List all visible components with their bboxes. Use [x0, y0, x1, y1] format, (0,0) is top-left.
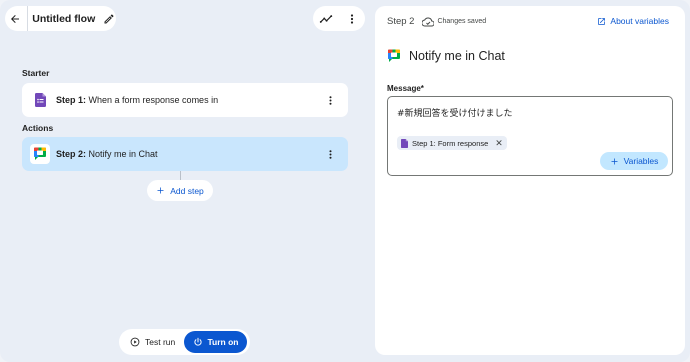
panel-title: Notify me in Chat — [387, 49, 505, 63]
flow-title[interactable]: Untitled flow — [32, 13, 95, 25]
message-field[interactable]: #新規回答を受け付けました Step 1: Form response ✕ Va… — [387, 96, 673, 176]
step-1-text: Step 1: When a form response comes in — [56, 95, 218, 105]
power-icon — [193, 337, 202, 346]
plus-icon — [157, 187, 164, 194]
trending-icon — [319, 14, 333, 23]
google-chat-icon — [388, 49, 400, 62]
step-2-text: Step 2: Notify me in Chat — [56, 149, 158, 159]
google-forms-icon — [34, 93, 46, 107]
canvas-tools — [313, 6, 365, 31]
panel-step-label: Step 2 — [387, 16, 415, 27]
variables-button-label: Variables — [623, 156, 659, 166]
actions-label: Actions — [22, 123, 54, 133]
divider — [27, 6, 29, 31]
google-forms-icon — [401, 138, 408, 148]
title-bar: Untitled flow — [5, 6, 116, 31]
more-vert-icon — [328, 149, 332, 159]
play-circle-icon — [130, 337, 140, 347]
pencil-icon — [104, 14, 114, 23]
cloud-done-icon — [422, 17, 435, 26]
panel-title-text: Notify me in Chat — [409, 49, 505, 63]
step-1-title: When a form response comes in — [86, 95, 219, 105]
more-options-button[interactable] — [341, 8, 363, 30]
message-label: Message* — [387, 84, 424, 93]
close-icon[interactable]: ✕ — [495, 138, 503, 148]
flow-canvas: Untitled flow Starter Step 1: When a for… — [0, 0, 372, 362]
step-2-title: Notify me in Chat — [86, 149, 158, 159]
back-button[interactable] — [5, 6, 25, 31]
step-card-1[interactable]: Step 1: When a form response comes in — [22, 83, 348, 117]
more-vert-icon — [328, 95, 332, 105]
step-icon-box — [30, 90, 50, 110]
rename-button[interactable] — [101, 10, 116, 28]
step-icon-box — [30, 144, 50, 164]
step-1-prefix: Step 1: — [56, 95, 87, 105]
more-vert-icon — [350, 13, 354, 24]
test-run-label: Test run — [145, 337, 176, 347]
save-status-text: Changes saved — [437, 18, 487, 25]
step-1-more-button[interactable] — [322, 92, 338, 108]
save-status: Changes saved — [422, 17, 486, 27]
about-variables-link[interactable]: About variables — [597, 16, 669, 26]
app-window: Untitled flow Starter Step 1: When a for… — [0, 0, 690, 362]
add-step-label: Add step — [170, 185, 204, 196]
turn-on-button[interactable]: Turn on — [184, 331, 247, 353]
panel-header: Step 2 Changes saved — [387, 16, 486, 27]
about-variables-label: About variables — [610, 16, 669, 26]
variable-chip[interactable]: Step 1: Form response ✕ — [397, 136, 507, 150]
message-text[interactable]: #新規回答を受け付けました — [397, 106, 513, 119]
google-chat-icon — [34, 147, 46, 160]
step-card-2[interactable]: Step 2: Notify me in Chat — [22, 137, 348, 171]
step-config-panel: Step 2 Changes saved About variables Not… — [375, 6, 685, 355]
plus-icon — [611, 158, 618, 164]
step-2-more-button[interactable] — [322, 146, 338, 162]
activity-button[interactable] — [315, 8, 337, 30]
run-controls: Test run Turn on — [119, 329, 250, 355]
arrow-left-icon — [11, 14, 20, 23]
starter-label: Starter — [22, 68, 50, 78]
open-in-new-icon — [598, 17, 606, 25]
turn-on-label: Turn on — [207, 337, 239, 347]
variable-chip-label: Step 1: Form response — [412, 138, 489, 148]
step-2-prefix: Step 2: — [56, 149, 87, 159]
variables-button[interactable]: Variables — [600, 152, 668, 170]
test-run-button[interactable]: Test run — [130, 337, 175, 347]
add-step-button[interactable]: Add step — [147, 180, 213, 201]
